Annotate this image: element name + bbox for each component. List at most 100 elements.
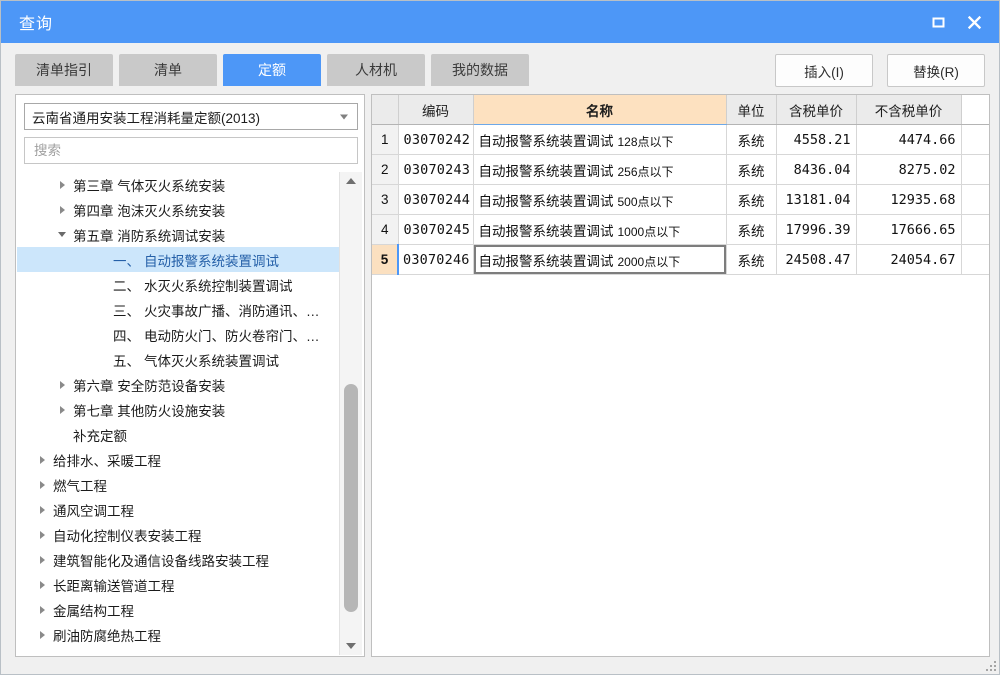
- cell-code[interactable]: 03070244: [398, 184, 474, 215]
- cell-name[interactable]: 自动报警系统装置调试 2000点以下: [473, 244, 727, 275]
- cell-price-with-tax[interactable]: 17996.39: [776, 214, 857, 245]
- cell-unit[interactable]: 系统: [726, 124, 777, 155]
- cell-name[interactable]: 自动报警系统装置调试 500点以下: [473, 184, 727, 215]
- cell-name[interactable]: 自动报警系统装置调试 256点以下: [473, 154, 727, 185]
- tab-1[interactable]: 清单: [119, 54, 217, 86]
- tree-item-label: 刷油防腐绝热工程: [53, 628, 161, 644]
- tree-item[interactable]: 三、 火灾事故广播、消防通讯、…: [17, 297, 340, 322]
- column-header-code[interactable]: 编码: [398, 95, 474, 125]
- tab-0[interactable]: 清单指引: [15, 54, 113, 86]
- tree-item[interactable]: 二、 水灭火系统控制装置调试: [17, 272, 340, 297]
- cell-code[interactable]: 03070243: [398, 154, 474, 185]
- tree-item[interactable]: 长距离输送管道工程: [17, 572, 340, 597]
- resize-grip[interactable]: [984, 659, 996, 671]
- column-header-unit[interactable]: 单位: [726, 95, 777, 125]
- tree-item-label: 电动防火门、防火卷帘门、…: [144, 328, 320, 344]
- row-number-text: 4: [380, 222, 389, 237]
- tree-item[interactable]: 五、 气体灭火系统装置调试: [17, 347, 340, 372]
- chevron-right-icon[interactable]: [35, 605, 49, 614]
- table-row[interactable]: 5 03070246 自动报警系统装置调试 2000点以下 系统 24508.47 2405…: [372, 244, 989, 275]
- chevron-right-icon[interactable]: [35, 555, 49, 564]
- cell-price-without-tax[interactable]: 4474.66: [856, 124, 962, 155]
- tree-item-label: 气体灭火系统装置调试: [144, 353, 279, 369]
- row-number[interactable]: 1: [372, 124, 399, 155]
- table-row[interactable]: 1 03070242 自动报警系统装置调试 128点以下 系统 4558.21 4474.6…: [372, 124, 989, 155]
- tree-item[interactable]: 第四章 泡沫灭火系统安装: [17, 197, 340, 222]
- cell-unit[interactable]: 系统: [726, 154, 777, 185]
- tree-item[interactable]: 刷油防腐绝热工程: [17, 622, 340, 647]
- table-row[interactable]: 3 03070244 自动报警系统装置调试 500点以下 系统 13181.04 12935…: [372, 184, 989, 215]
- cell-code[interactable]: 03070246: [397, 244, 474, 275]
- cell-unit[interactable]: 系统: [726, 244, 777, 275]
- close-button[interactable]: [959, 7, 989, 37]
- tree-item[interactable]: 第七章 其他防火设施安装: [17, 397, 340, 422]
- search-input[interactable]: [32, 142, 357, 159]
- column-header-price_notax[interactable]: 不含税单价: [856, 95, 962, 125]
- scrollbar-thumb[interactable]: [344, 384, 358, 612]
- insert-button[interactable]: 插入(I): [775, 54, 873, 87]
- tree-item[interactable]: 第六章 安全防范设备安装: [17, 372, 340, 397]
- cell-price-without-tax[interactable]: 24054.67: [856, 244, 962, 275]
- chevron-right-icon[interactable]: [35, 630, 49, 639]
- cell-unit[interactable]: 系统: [726, 184, 777, 215]
- chevron-right-icon[interactable]: [35, 580, 49, 589]
- cell-code[interactable]: 03070242: [398, 124, 474, 155]
- cell-price-with-tax-text: 4558.21: [793, 131, 851, 148]
- chevron-right-icon[interactable]: [35, 505, 49, 514]
- cell-price-with-tax[interactable]: 13181.04: [776, 184, 857, 215]
- column-header-name[interactable]: 名称: [473, 95, 727, 125]
- cell-name[interactable]: 自动报警系统装置调试 1000点以下: [473, 214, 727, 245]
- chevron-right-icon[interactable]: [55, 380, 69, 389]
- row-number[interactable]: 3: [372, 184, 399, 215]
- chevron-right-icon[interactable]: [35, 455, 49, 464]
- cell-price-without-tax[interactable]: 17666.65: [856, 214, 962, 245]
- chevron-down-icon[interactable]: [55, 232, 69, 237]
- chevron-right-icon[interactable]: [55, 405, 69, 414]
- cell-price-without-tax[interactable]: 8275.02: [856, 154, 962, 185]
- cell-unit[interactable]: 系统: [726, 214, 777, 245]
- tree-item[interactable]: 建筑智能化及通信设备线路安装工程: [17, 547, 340, 572]
- chevron-right-icon[interactable]: [35, 530, 49, 539]
- tree-item[interactable]: 一、 自动报警系统装置调试: [17, 247, 340, 272]
- standard-library-select[interactable]: 云南省通用安装工程消耗量定额(2013): [24, 103, 358, 130]
- chevron-right-icon[interactable]: [55, 180, 69, 189]
- table-row[interactable]: 4 03070245 自动报警系统装置调试 1000点以下 系统 17996.39 1766…: [372, 214, 989, 245]
- column-header-price_tax[interactable]: 含税单价: [776, 95, 857, 125]
- replace-button[interactable]: 替换(R): [887, 54, 985, 87]
- cell-name[interactable]: 自动报警系统装置调试 128点以下: [473, 124, 727, 155]
- row-number-text: 3: [380, 192, 389, 207]
- scroll-up-button[interactable]: [340, 172, 362, 190]
- tab-4[interactable]: 我的数据: [431, 54, 529, 86]
- cell-price-without-tax[interactable]: 12935.68: [856, 184, 962, 215]
- scroll-down-button[interactable]: [340, 637, 362, 655]
- cell-code[interactable]: 03070245: [398, 214, 474, 245]
- maximize-button[interactable]: [923, 7, 953, 37]
- tab-2[interactable]: 定额: [223, 54, 321, 86]
- tree-item[interactable]: 自动化控制仪表安装工程: [17, 522, 340, 547]
- caret-up-icon: [346, 178, 356, 184]
- tree-item[interactable]: 通风空调工程: [17, 497, 340, 522]
- column-header-rownum[interactable]: [372, 95, 399, 125]
- tree-item[interactable]: 第五章 消防系统调试安装: [17, 222, 340, 247]
- cell-price-with-tax[interactable]: 24508.47: [776, 244, 857, 275]
- tree-item[interactable]: 四、 电动防火门、防火卷帘门、…: [17, 322, 340, 347]
- tree-item[interactable]: 补充定额: [17, 422, 340, 447]
- tree-item-label: 第七章 其他防火设施安装: [73, 403, 226, 419]
- tree-item[interactable]: 给排水、采暖工程: [17, 447, 340, 472]
- row-number[interactable]: 4: [372, 214, 399, 245]
- tree-scrollbar[interactable]: [339, 172, 362, 655]
- cell-price-with-tax[interactable]: 4558.21: [776, 124, 857, 155]
- chevron-right-icon[interactable]: [55, 205, 69, 214]
- tree-item[interactable]: 燃气工程: [17, 472, 340, 497]
- chevron-down-icon: [340, 114, 348, 119]
- row-number[interactable]: 5: [372, 244, 399, 275]
- search-box[interactable]: [24, 137, 358, 164]
- tab-label: 人材机: [355, 62, 397, 78]
- tree-item[interactable]: 第三章 气体灭火系统安装: [17, 172, 340, 197]
- table-row[interactable]: 2 03070243 自动报警系统装置调试 256点以下 系统 8436.04 8275.0…: [372, 154, 989, 185]
- tab-3[interactable]: 人材机: [327, 54, 425, 86]
- cell-price-with-tax[interactable]: 8436.04: [776, 154, 857, 185]
- tree-item[interactable]: 金属结构工程: [17, 597, 340, 622]
- chevron-right-icon[interactable]: [35, 480, 49, 489]
- row-number[interactable]: 2: [372, 154, 399, 185]
